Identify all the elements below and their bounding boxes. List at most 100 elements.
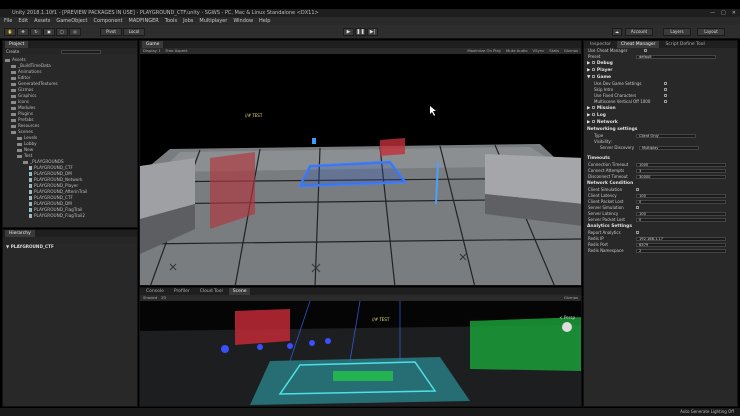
network-condition-checkbox[interactable]	[636, 188, 639, 191]
timeout-field[interactable]: 30000	[636, 175, 726, 179]
project-tree-item[interactable]: PLAYGROUND_FlagTrail2	[5, 213, 137, 219]
folder-icon	[11, 106, 16, 110]
2d-toggle[interactable]: 2D	[161, 295, 166, 300]
tab-hierarchy[interactable]: Hierarchy	[5, 230, 35, 237]
game-option-gizmos[interactable]: Gizmos	[564, 48, 578, 53]
analytics-label: Report Analytics	[588, 230, 621, 235]
server-discovery-dropdown[interactable]: Multiplay	[639, 146, 699, 150]
network-condition-label: Client Latency	[588, 193, 617, 198]
project-tree-item-label: PLAYGROUND_AfterinTrail	[34, 189, 88, 194]
menu-item-tools[interactable]: Tools	[165, 17, 177, 25]
section-debug[interactable]: ▶ Debug	[584, 60, 737, 67]
scene-render: //# TEST	[140, 301, 581, 406]
aspect-dropdown[interactable]: Free Aspect	[165, 48, 187, 53]
use-cheat-manager-checkbox[interactable]	[644, 49, 647, 52]
analytics-checkbox[interactable]	[636, 231, 639, 234]
create-dropdown[interactable]: Create	[6, 49, 19, 54]
hand-tool-button[interactable]: ✋	[4, 28, 16, 36]
game-viewport[interactable]: //# TEST	[140, 54, 581, 285]
timeout-field[interactable]: 1000	[636, 163, 726, 167]
section-checkbox[interactable]	[591, 106, 595, 109]
close-icon[interactable]: ✕	[732, 9, 736, 17]
section-network[interactable]: ▶ Network	[584, 119, 737, 126]
tab-game[interactable]: Game	[142, 41, 164, 48]
menu-item-file[interactable]: File	[4, 17, 12, 25]
step-button[interactable]: ▶|	[367, 28, 378, 36]
analytics-field[interactable]: 192.168.1.17	[636, 237, 726, 241]
tab-profiler[interactable]: Profiler	[170, 288, 194, 295]
menu-item-gameobject[interactable]: GameObject	[56, 17, 87, 25]
layout-dropdown[interactable]: Layout	[697, 28, 725, 36]
timeout-field[interactable]: 3	[636, 169, 726, 173]
analytics-field[interactable]: 2	[636, 249, 726, 253]
rect-tool-button[interactable]: □	[56, 28, 68, 36]
display-dropdown[interactable]: Display 1	[143, 48, 161, 53]
section-game[interactable]: ▼ Game	[584, 74, 737, 81]
tab-script-define-tool[interactable]: Script Define Tool	[661, 41, 708, 48]
project-search-input[interactable]	[60, 50, 101, 54]
menu-item-jobs[interactable]: Jobs	[183, 17, 193, 25]
preset-dropdown[interactable]: default	[636, 55, 716, 59]
move-tool-button[interactable]: ✥	[17, 28, 29, 36]
game-option-vsync[interactable]: VSync	[533, 48, 545, 53]
folder-icon	[11, 88, 16, 92]
game-setting-checkbox[interactable]	[664, 100, 667, 103]
menu-item-multiplayer[interactable]: Multiplayer	[199, 17, 227, 25]
network-condition-header: Network Condition	[587, 181, 634, 186]
menu-bar: File Edit Assets GameObject Component MADFING…	[0, 17, 740, 25]
section-mission[interactable]: ▶ Mission	[584, 105, 737, 112]
analytics-field[interactable]: 6379	[636, 243, 726, 247]
pause-button[interactable]: ❚❚	[355, 28, 366, 36]
game-option-stats[interactable]: Stats	[549, 48, 559, 53]
shading-dropdown[interactable]: Shaded	[143, 295, 157, 300]
game-option-maximize-on-play[interactable]: Maximize On Play	[467, 48, 501, 53]
analytics-label: Redis Port	[588, 242, 608, 247]
layers-dropdown[interactable]: Layers	[663, 28, 691, 36]
section-checkbox[interactable]	[591, 120, 595, 123]
section-checkbox[interactable]	[591, 61, 595, 64]
tab-inspector[interactable]: Inspector	[586, 41, 615, 48]
network-condition-field[interactable]: 0	[636, 200, 726, 204]
rotate-tool-button[interactable]: ↻	[30, 28, 42, 36]
transform-tool-button[interactable]: ◎	[69, 28, 81, 36]
game-setting-checkbox[interactable]	[664, 88, 667, 91]
account-dropdown[interactable]: Account	[625, 28, 653, 36]
network-condition-checkbox[interactable]	[636, 206, 639, 209]
section-checkbox[interactable]	[591, 75, 595, 78]
game-setting-checkbox[interactable]	[664, 82, 667, 85]
scene-persp-label[interactable]: < Persp	[559, 315, 575, 320]
play-button[interactable]: ▶	[343, 28, 354, 36]
menu-item-window[interactable]: Window	[233, 17, 253, 25]
game-option-mute-audio[interactable]: Mute Audio	[506, 48, 528, 53]
network-condition-field[interactable]: 100	[636, 194, 726, 198]
section-checkbox[interactable]	[591, 113, 595, 116]
maximize-icon[interactable]: □	[721, 9, 726, 17]
menu-item-component[interactable]: Component	[94, 17, 123, 25]
game-setting-checkbox[interactable]	[664, 94, 667, 97]
tab-scene[interactable]: Scene	[228, 288, 251, 295]
section-log[interactable]: ▶ Log	[584, 112, 737, 119]
menu-item-help[interactable]: Help	[259, 17, 270, 25]
game-setting-row[interactable]: Multiscene Vertical Off 1000	[584, 99, 737, 105]
local-toggle[interactable]: Local	[123, 28, 145, 36]
tab-cheat-manager[interactable]: Cheat Manager	[617, 41, 660, 48]
scale-tool-button[interactable]: ▣	[43, 28, 55, 36]
network-condition-field[interactable]: 100	[636, 212, 726, 216]
scene-viewport[interactable]: //# TEST < Persp	[140, 301, 581, 406]
section-checkbox[interactable]	[591, 68, 595, 71]
menu-item-edit[interactable]: Edit	[18, 17, 28, 25]
main-toolbar: ✋ ✥ ↻ ▣ □ ◎ Pivot Local ▶ ❚❚ ▶| ☁ Accoun…	[0, 25, 740, 39]
menu-item-assets[interactable]: Assets	[34, 17, 50, 25]
folder-icon	[11, 112, 16, 116]
network-condition-field[interactable]: 0	[636, 218, 726, 222]
tab-cloud-tool[interactable]: Cloud Tool	[196, 288, 227, 295]
tab-project[interactable]: Project	[5, 41, 29, 48]
hierarchy-scene-row[interactable]: ▼ PLAYGROUND_CTF	[3, 244, 137, 250]
pivot-toggle[interactable]: Pivot	[100, 28, 122, 36]
minimize-icon[interactable]: —	[710, 9, 715, 17]
menu-item-madfinger[interactable]: MADFINGER	[129, 17, 159, 25]
tab-console[interactable]: Console	[142, 288, 168, 295]
cloud-icon[interactable]: ☁	[612, 28, 622, 36]
section-player[interactable]: ▶ Player	[584, 67, 737, 74]
type-dropdown[interactable]: Client Only	[636, 134, 696, 138]
